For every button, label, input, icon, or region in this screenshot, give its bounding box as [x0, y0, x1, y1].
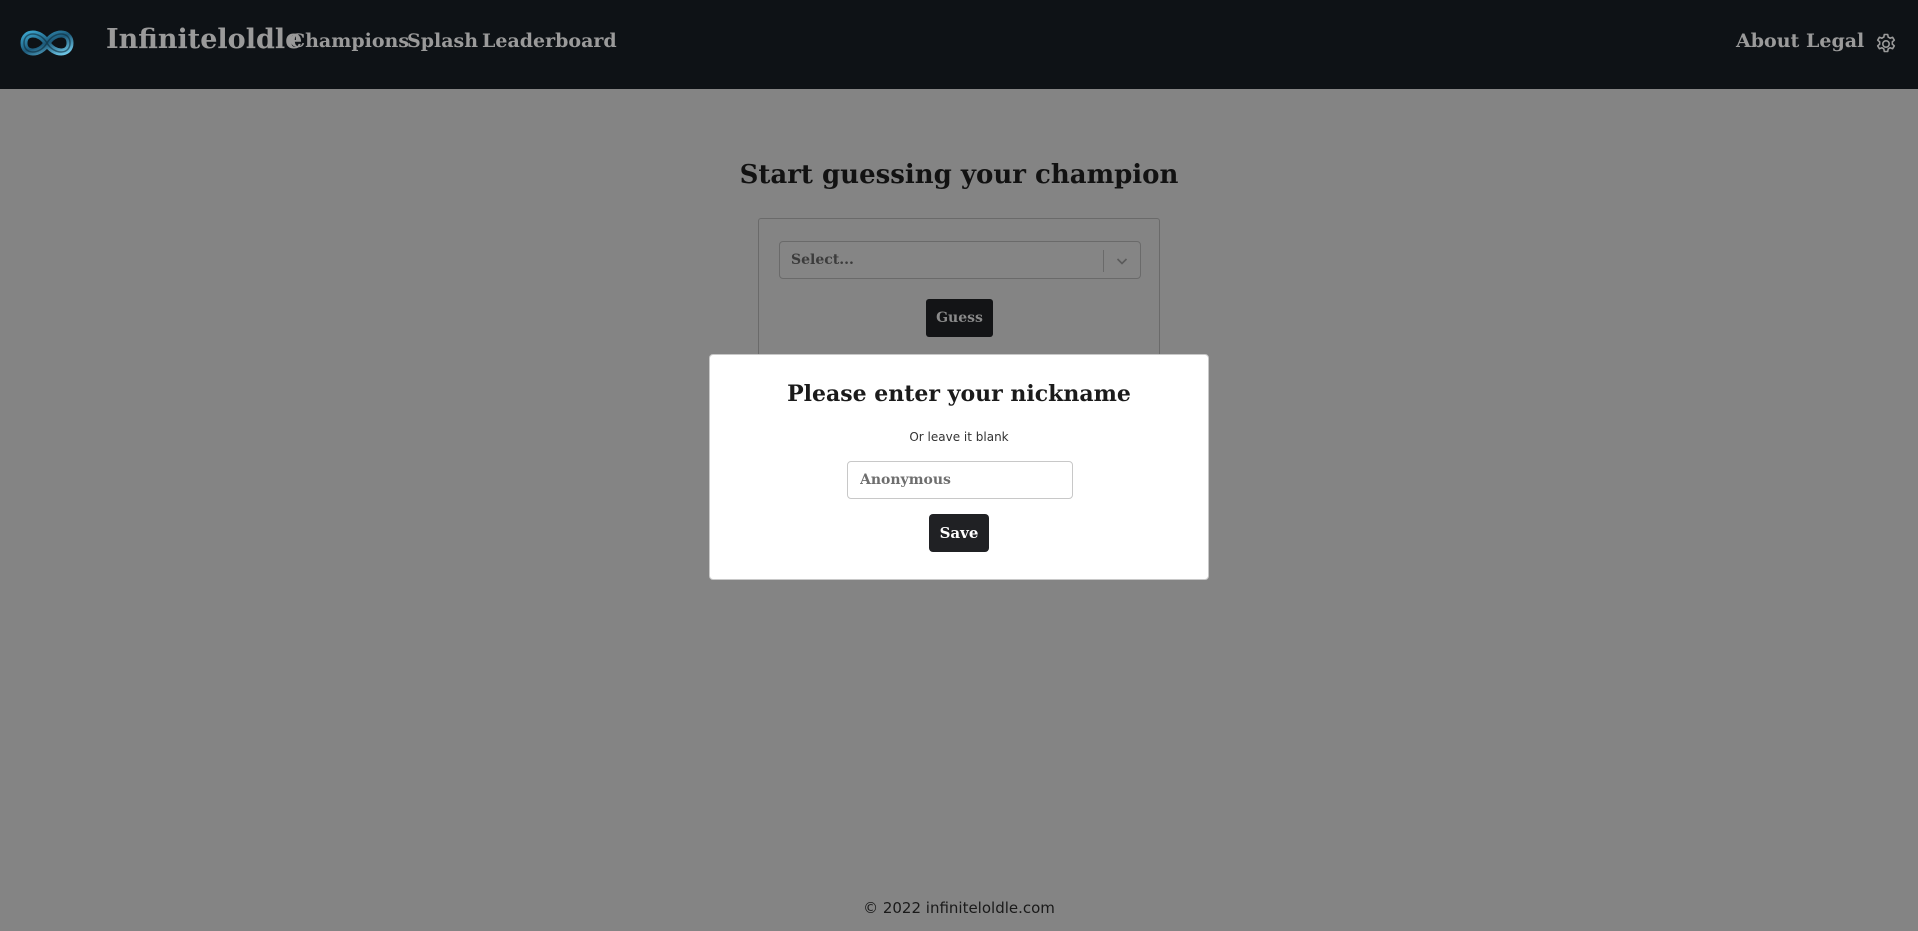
- gear-icon[interactable]: [1874, 32, 1898, 56]
- guess-card: Select... Guess: [758, 218, 1160, 360]
- nav-link-about[interactable]: About: [1736, 30, 1799, 52]
- nav-link-leaderboard[interactable]: Leaderboard: [482, 30, 617, 52]
- nickname-modal: Please enter your nickname Or leave it b…: [709, 354, 1209, 580]
- page-title: Start guessing your champion: [739, 160, 1179, 190]
- guess-button[interactable]: Guess: [926, 299, 993, 337]
- infinity-icon[interactable]: [16, 26, 78, 60]
- nav-link-champions[interactable]: Champions: [290, 30, 409, 52]
- brand-title[interactable]: Infiniteloldle: [106, 24, 302, 55]
- footer-copyright: © 2022 infiniteloldle.com: [863, 899, 1055, 917]
- modal-title: Please enter your nickname: [787, 381, 1131, 407]
- nav-link-splash[interactable]: Splash: [407, 30, 478, 52]
- navbar: Infiniteloldle Champions Splash Leaderbo…: [0, 0, 1918, 89]
- chevron-down-icon[interactable]: [1114, 253, 1130, 269]
- select-placeholder: Select...: [791, 252, 854, 268]
- modal-subtitle: Or leave it blank: [909, 430, 1009, 444]
- nickname-input[interactable]: [847, 461, 1073, 499]
- save-button[interactable]: Save: [929, 514, 989, 552]
- select-separator: [1103, 250, 1104, 272]
- champion-select[interactable]: Select...: [779, 241, 1141, 279]
- nav-link-legal[interactable]: Legal: [1806, 30, 1864, 52]
